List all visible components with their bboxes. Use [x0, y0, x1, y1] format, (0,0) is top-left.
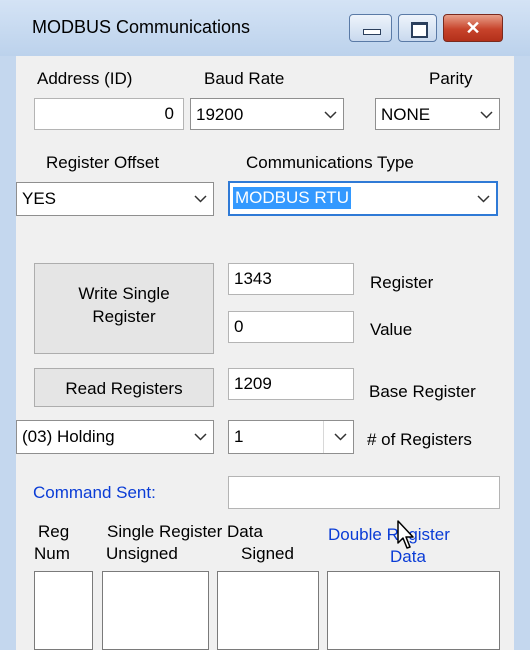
write-single-register-button[interactable]: Write Single Register [34, 263, 214, 354]
address-label: Address (ID) [37, 69, 133, 88]
communications-type-label: Communications Type [246, 153, 414, 172]
minimize-button[interactable] [349, 14, 392, 42]
address-value: 0 [164, 104, 174, 123]
command-sent-label: Command Sent: [33, 483, 156, 502]
modbus-window: MODBUS Communications ✕ Address (ID) Bau… [0, 0, 530, 650]
reg-num-list[interactable] [34, 571, 93, 650]
register-count-select[interactable]: 1 [228, 420, 354, 454]
base-register-label: Base Register [369, 382, 476, 401]
close-icon: ✕ [465, 18, 481, 38]
chevron-down-icon [334, 433, 347, 441]
communications-type-value: MODBUS RTU [233, 187, 351, 209]
chevron-down-icon [477, 195, 490, 203]
function-code-value: (03) Holding [22, 427, 115, 446]
window-frame-right [514, 56, 530, 650]
base-register-input[interactable]: 1209 [228, 368, 354, 400]
signed-list[interactable] [217, 571, 319, 650]
register-offset-label: Register Offset [46, 153, 160, 172]
parity-label: Parity [429, 69, 473, 88]
baud-rate-select[interactable]: 19200 [190, 98, 344, 130]
chevron-down-icon [194, 195, 207, 203]
communications-type-select[interactable]: MODBUS RTU [228, 181, 498, 216]
register-offset-value: YES [22, 189, 57, 208]
single-register-header: Single Register Data [107, 522, 263, 541]
write-button-label-line2: Register [92, 307, 156, 326]
title-bar[interactable]: MODBUS Communications ✕ [0, 0, 530, 56]
baud-rate-value: 19200 [196, 105, 244, 124]
minimize-icon [363, 29, 381, 35]
write-register-value: 1343 [234, 269, 272, 288]
address-input[interactable]: 0 [34, 98, 184, 130]
reg-header-line2: Num [34, 544, 70, 563]
unsigned-list[interactable] [102, 571, 209, 650]
maximize-icon [411, 22, 428, 38]
chevron-down-icon [480, 111, 493, 119]
write-button-label-line1: Write Single [78, 284, 170, 303]
double-register-list[interactable] [327, 571, 500, 650]
chevron-down-icon [194, 433, 207, 441]
combo-divider [323, 421, 324, 453]
mouse-cursor-icon [397, 520, 414, 549]
write-value-value: 0 [234, 317, 244, 336]
parity-select[interactable]: NONE [375, 98, 500, 130]
window-title: MODBUS Communications [32, 17, 251, 37]
double-register-header-line1: Double Register [328, 525, 450, 544]
write-value-input[interactable]: 0 [228, 311, 354, 343]
read-registers-button[interactable]: Read Registers [34, 368, 214, 407]
register-offset-select[interactable]: YES [16, 182, 214, 216]
signed-header: Signed [241, 544, 294, 563]
maximize-button[interactable] [398, 14, 437, 42]
write-register-input[interactable]: 1343 [228, 263, 354, 295]
register-count-value: 1 [234, 427, 244, 446]
register-count-label: # of Registers [367, 430, 472, 449]
baud-rate-label: Baud Rate [204, 69, 285, 88]
close-button[interactable]: ✕ [443, 14, 503, 42]
function-code-select[interactable]: (03) Holding [16, 420, 214, 454]
command-sent-field [228, 476, 500, 509]
reg-header-line1: Reg [38, 522, 70, 541]
write-register-label: Register [370, 273, 434, 292]
double-register-header-line2: Data [390, 547, 426, 566]
read-button-label: Read Registers [65, 379, 183, 398]
write-value-label: Value [370, 320, 413, 339]
base-register-value: 1209 [234, 374, 272, 393]
chevron-down-icon [324, 111, 337, 119]
client-area: Address (ID) Baud Rate Parity 0 19200 NO… [16, 56, 514, 650]
parity-value: NONE [381, 105, 431, 124]
unsigned-header: Unsigned [106, 544, 178, 563]
